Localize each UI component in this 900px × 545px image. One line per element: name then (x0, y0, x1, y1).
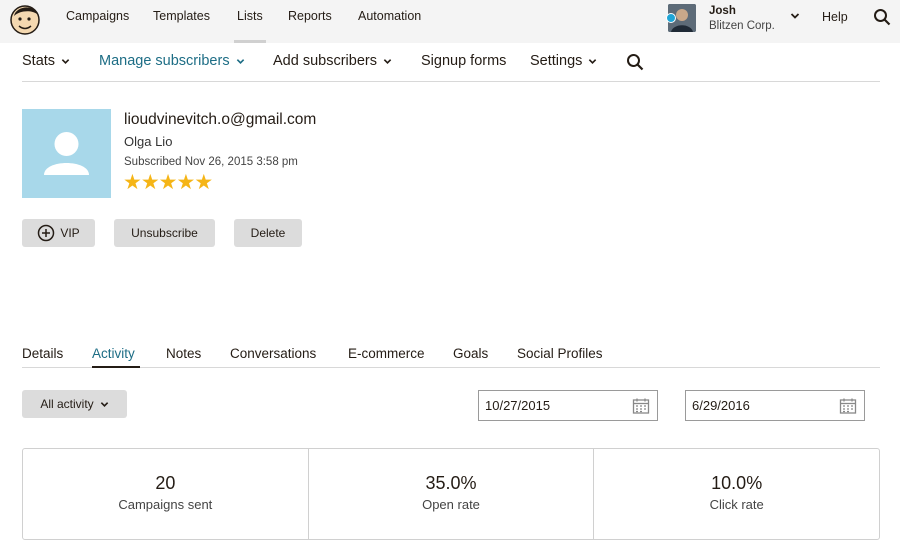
chevron-down-icon (383, 58, 392, 64)
divider (22, 81, 880, 82)
subnav-add-subscribers[interactable]: Add subscribers (273, 53, 392, 69)
calendar-icon[interactable] (839, 397, 857, 415)
tab-details[interactable]: Details (22, 346, 63, 361)
star-icon: ★ (176, 171, 195, 194)
activity-stats: 20 Campaigns sent 35.0% Open rate 10.0% … (22, 448, 880, 540)
nav-automation[interactable]: Automation (358, 9, 421, 23)
star-icon: ★ (158, 171, 178, 194)
star-icon: ★ (194, 171, 213, 194)
tab-ecommerce[interactable]: E-commerce (348, 346, 425, 361)
person-icon (44, 132, 89, 175)
tab-activity[interactable]: Activity (92, 346, 135, 361)
profile-avatar (22, 109, 111, 198)
subscriber-email: lioudvinevitch.o@gmail.com (124, 111, 317, 128)
subnav-signup-forms[interactable]: Signup forms (421, 53, 506, 69)
nav-campaigns[interactable]: Campaigns (66, 9, 129, 23)
stat-open-rate: 35.0% Open rate (309, 449, 595, 539)
subscribed-date: Subscribed Nov 26, 2015 3:58 pm (124, 156, 298, 168)
divider (22, 367, 880, 368)
vip-button[interactable]: VIP (22, 219, 95, 247)
chevron-down-icon (100, 401, 108, 407)
stat-value: 35.0% (425, 473, 477, 493)
subnav-settings[interactable]: Settings (530, 53, 597, 69)
activity-filter-dropdown[interactable]: All activity (22, 390, 127, 418)
start-date-input[interactable] (478, 390, 658, 421)
stat-value: 20 (155, 473, 176, 493)
chevron-down-icon (236, 58, 244, 64)
sub-navigation: Stats Manage subscribers Add subscribers… (0, 43, 900, 83)
tab-social-profiles[interactable]: Social Profiles (517, 346, 603, 361)
top-navigation: Campaigns Templates Lists Reports Automa… (0, 0, 900, 43)
nav-lists[interactable]: Lists (234, 9, 266, 43)
subnav-settings-label: Settings (530, 53, 583, 69)
search-icon[interactable] (873, 8, 891, 26)
stat-campaigns-sent: 20 Campaigns sent (23, 449, 309, 539)
subnav-stats-label: Stats (22, 53, 56, 69)
help-link[interactable]: Help (822, 10, 848, 24)
star-icon: ★ (123, 171, 142, 194)
star-rating: ★★★★★ (123, 171, 213, 194)
chevron-down-icon (589, 58, 597, 64)
chevron-down-icon[interactable] (790, 11, 800, 21)
activity-filter-label: All activity (40, 397, 94, 411)
stat-label: Open rate (422, 497, 480, 512)
vip-label: VIP (60, 226, 80, 240)
status-dot-icon (666, 13, 676, 23)
stat-label: Click rate (709, 497, 764, 512)
subscriber-name: Olga Lio (124, 134, 173, 149)
stat-click-rate: 10.0% Click rate (594, 449, 879, 539)
user-org[interactable]: Blitzen Corp. (709, 20, 775, 32)
subnav-add-subscribers-label: Add subscribers (273, 53, 377, 69)
tab-notes[interactable]: Notes (166, 346, 201, 361)
subnav-signup-forms-label: Signup forms (421, 53, 507, 69)
unsubscribe-button[interactable]: Unsubscribe (114, 219, 215, 247)
nav-reports[interactable]: Reports (288, 9, 332, 23)
user-name[interactable]: Josh (709, 5, 736, 17)
chevron-down-icon (61, 58, 70, 64)
active-tab-indicator (92, 366, 140, 368)
search-icon[interactable] (626, 53, 644, 71)
freddie-logo-icon[interactable] (8, 2, 42, 36)
nav-templates[interactable]: Templates (153, 9, 210, 23)
calendar-icon[interactable] (632, 397, 650, 415)
tab-conversations[interactable]: Conversations (230, 346, 316, 361)
stat-value: 10.0% (711, 473, 763, 493)
delete-button[interactable]: Delete (234, 219, 302, 247)
subnav-manage-subscribers[interactable]: Manage subscribers (99, 53, 245, 69)
stat-label: Campaigns sent (118, 497, 213, 512)
star-icon: ★ (140, 171, 160, 194)
subnav-stats[interactable]: Stats (22, 53, 70, 69)
tab-goals[interactable]: Goals (453, 346, 488, 361)
plus-circle-icon (38, 224, 55, 242)
subnav-manage-subscribers-label: Manage subscribers (99, 53, 230, 69)
end-date-input[interactable] (685, 390, 865, 421)
